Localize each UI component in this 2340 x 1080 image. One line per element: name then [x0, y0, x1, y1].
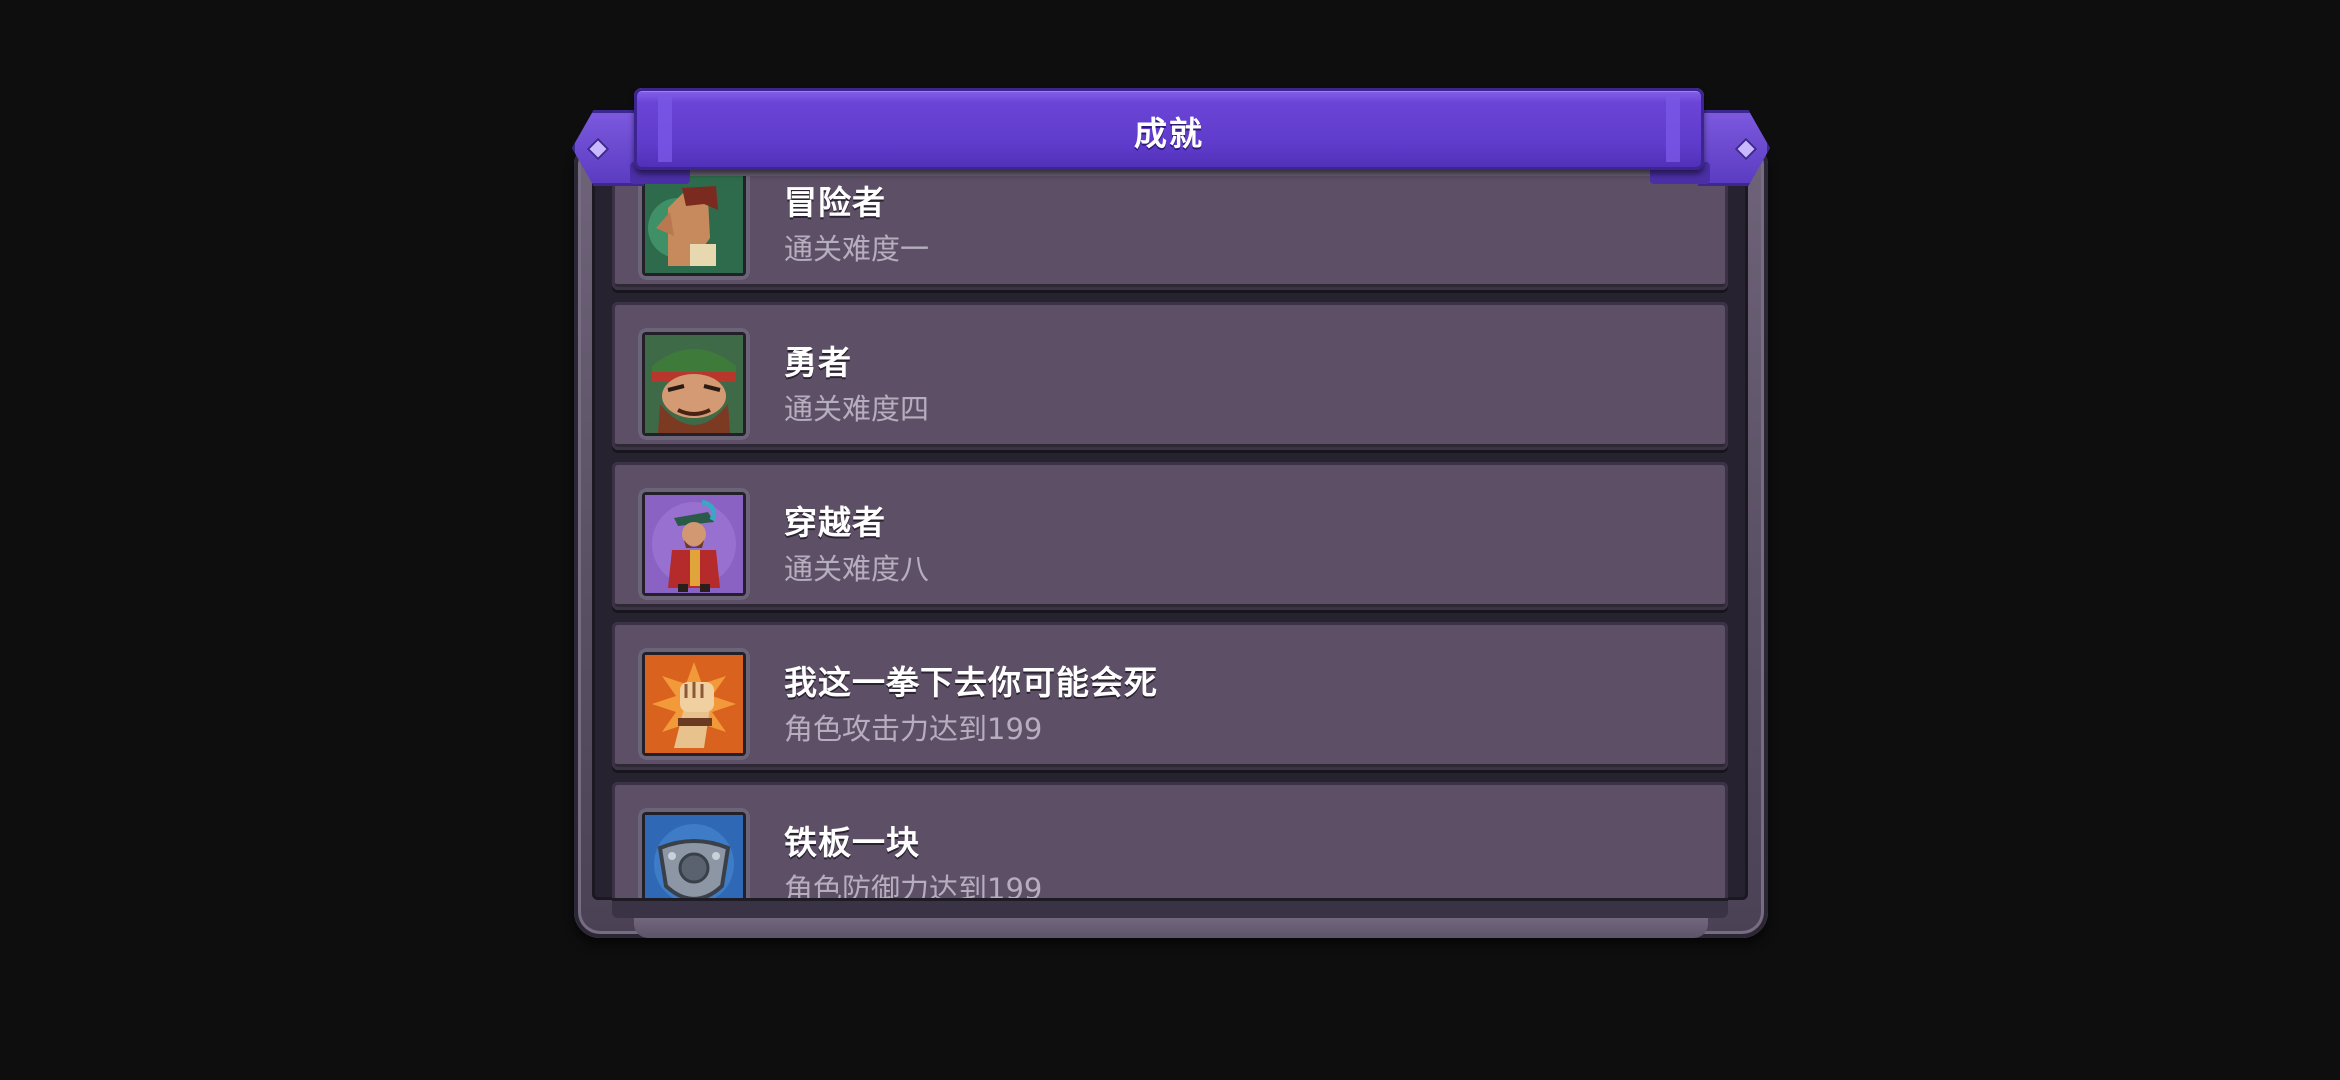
achievement-row-traveler[interactable]: 穿越者 通关难度八 — [612, 462, 1728, 610]
achievement-row-hero[interactable]: 勇者 通关难度四 — [612, 302, 1728, 450]
pirate-traveler-portrait-icon — [638, 488, 750, 600]
list-bottom-ledge — [612, 898, 1728, 918]
panel-title: 成就 — [1134, 114, 1204, 153]
achievement-description: 通关难度一 — [784, 232, 930, 266]
achievement-title: 我这一拳下去你可能会死 — [784, 663, 1158, 702]
shield-icon — [638, 808, 750, 900]
achievement-title: 勇者 — [784, 343, 852, 382]
bearded-warrior-portrait-icon — [638, 328, 750, 440]
achievement-description: 角色防御力达到199 — [784, 872, 1043, 900]
adventurer-portrait-icon — [638, 176, 750, 280]
achievement-row-iron-plate[interactable]: 铁板一块 角色防御力达到199 — [612, 782, 1728, 900]
achievement-description: 通关难度八 — [784, 552, 930, 586]
fist-icon — [638, 648, 750, 760]
achievement-description: 角色攻击力达到199 — [784, 712, 1043, 746]
achievement-list[interactable]: 冒险者 通关难度一 勇者 通关难度四 穿越者 通关难度八 我这一拳下去你可能会死… — [612, 176, 1728, 900]
achievement-row-fist[interactable]: 我这一拳下去你可能会死 角色攻击力达到199 — [612, 622, 1728, 770]
achievements-screen: 冒险者 通关难度一 勇者 通关难度四 穿越者 通关难度八 我这一拳下去你可能会死… — [0, 0, 2340, 1080]
achievement-title: 铁板一块 — [784, 823, 920, 862]
achievement-title: 冒险者 — [784, 183, 886, 222]
title-banner: 成就 — [634, 88, 1704, 170]
achievement-title: 穿越者 — [784, 503, 886, 542]
achievement-row-adventurer[interactable]: 冒险者 通关难度一 — [612, 176, 1728, 290]
achievement-list-viewport[interactable]: 冒险者 通关难度一 勇者 通关难度四 穿越者 通关难度八 我这一拳下去你可能会死… — [592, 176, 1748, 900]
achievement-description: 通关难度四 — [784, 392, 930, 426]
